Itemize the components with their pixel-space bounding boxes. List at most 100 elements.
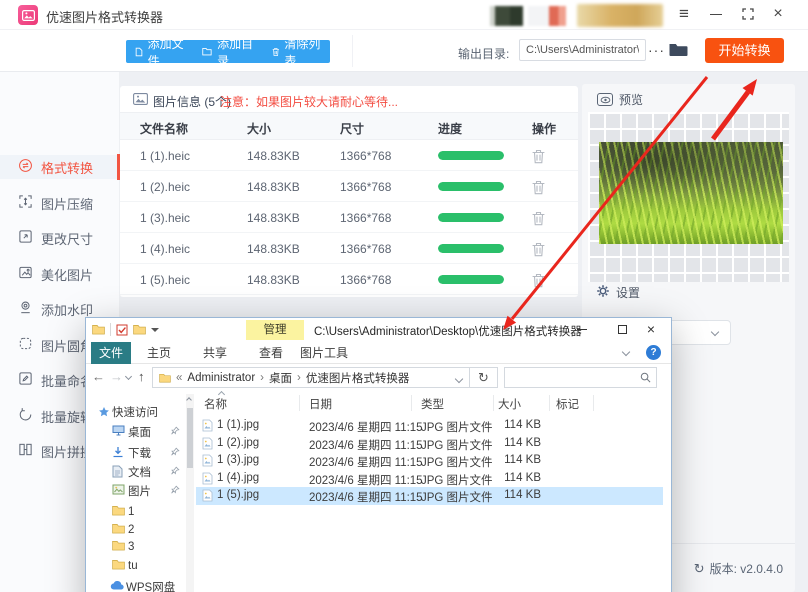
manage-tab[interactable]: 管理 bbox=[246, 320, 304, 340]
nav-folder-3[interactable]: 3 bbox=[86, 538, 186, 556]
refresh-button[interactable]: ↻ bbox=[470, 367, 498, 388]
tab-share[interactable]: 共享 bbox=[194, 342, 236, 364]
add-directory-button[interactable]: 添加目录 bbox=[193, 37, 263, 68]
forward-icon[interactable]: → bbox=[110, 369, 123, 384]
explorer-search-input[interactable] bbox=[509, 369, 635, 386]
col-size: 大小 bbox=[247, 122, 272, 136]
pictures-icon bbox=[112, 484, 125, 498]
explorer-close-icon[interactable]: × bbox=[639, 318, 663, 340]
nav-item-桌面[interactable]: 桌面 bbox=[86, 423, 186, 441]
nav-label: 下载 bbox=[128, 448, 151, 460]
explorer-file-date: 2023/4/6 星期四 11:15 bbox=[309, 422, 423, 434]
delete-file-button[interactable] bbox=[528, 271, 548, 289]
output-dir-input[interactable] bbox=[519, 39, 646, 61]
crumb-administrator[interactable]: Administrator bbox=[187, 372, 255, 384]
delete-file-button[interactable] bbox=[528, 147, 548, 165]
explorer-file-row[interactable]: 1 (3).jpg 2023/4/6 星期四 11:15 JPG 图片文件 114 K… bbox=[196, 452, 663, 470]
preview-label: 预览 bbox=[619, 93, 644, 107]
clear-list-button[interactable]: 清除列表 bbox=[263, 37, 330, 68]
sidebar-item-label: 美化图片 bbox=[41, 267, 94, 283]
explorer-maximize-icon[interactable] bbox=[610, 318, 634, 340]
tab-view[interactable]: 查看 bbox=[250, 342, 292, 364]
nav-folder-2[interactable]: 2 bbox=[86, 521, 186, 539]
qat-dropdown-icon[interactable] bbox=[151, 327, 159, 332]
eye-icon bbox=[597, 93, 613, 106]
minimize-icon[interactable] bbox=[704, 0, 728, 28]
start-convert-button[interactable]: 开始转换 bbox=[705, 38, 784, 63]
explorer-file-name: 1 (4).jpg bbox=[217, 471, 260, 484]
explorer-titlebar: 管理 C:\Users\Administrator\Desktop\优速图片格式… bbox=[86, 318, 671, 342]
checkbox-icon[interactable] bbox=[116, 324, 128, 336]
pin-icon bbox=[170, 466, 180, 479]
explorer-file-row[interactable]: 1 (1).jpg 2023/4/6 星期四 11:15 JPG 图片文件 114 K… bbox=[196, 417, 663, 435]
progress-bar bbox=[438, 244, 504, 253]
sidebar-item-2[interactable]: 图片压缩 bbox=[0, 191, 120, 215]
menu-icon[interactable]: ≡ bbox=[672, 0, 696, 28]
maximize-icon[interactable] bbox=[736, 0, 760, 28]
col-dimension: 尺寸 bbox=[340, 122, 365, 136]
nav-quick-access[interactable]: 快速访问 bbox=[86, 403, 186, 421]
back-icon[interactable]: ← bbox=[92, 369, 105, 384]
explorer-file-row[interactable]: 1 (2).jpg 2023/4/6 星期四 11:15 JPG 图片文件 114 K… bbox=[196, 435, 663, 453]
nav-item-下载[interactable]: 下载 bbox=[86, 444, 186, 462]
folder-icon bbox=[112, 523, 125, 537]
nav-scrollbar[interactable] bbox=[186, 394, 194, 592]
crumb-desktop[interactable]: 桌面 bbox=[269, 370, 292, 386]
explorer-file-row[interactable]: 1 (4).jpg 2023/4/6 星期四 11:15 JPG 图片文件 114 K… bbox=[196, 470, 663, 488]
titlebar-ad-banner[interactable] bbox=[577, 4, 663, 27]
tab-picture-tools[interactable]: 图片工具 bbox=[294, 342, 354, 364]
add-file-button[interactable]: 添加文件 bbox=[126, 37, 193, 68]
scrollbar-thumb[interactable] bbox=[187, 408, 193, 468]
up-icon[interactable]: ↑ bbox=[138, 369, 145, 384]
nav-item-文档[interactable]: 文档 bbox=[86, 463, 186, 481]
nav-item-图片[interactable]: 图片 bbox=[86, 482, 186, 500]
sidebar-item-label: 格式转换 bbox=[41, 160, 94, 176]
progress-fill bbox=[438, 244, 504, 253]
table-row: 1 (4).heic 148.83KB 1366*768 bbox=[120, 233, 578, 264]
delete-file-button[interactable] bbox=[528, 240, 548, 258]
col-name[interactable]: 名称 bbox=[204, 396, 227, 412]
explorer-file-date: 2023/4/6 星期四 11:15 bbox=[309, 492, 423, 504]
browse-more-button[interactable]: ··· bbox=[648, 42, 665, 58]
recent-locations-icon[interactable] bbox=[124, 372, 133, 381]
titlebar-ad-thumbnail-2[interactable] bbox=[528, 6, 566, 26]
col-date[interactable]: 日期 bbox=[309, 396, 332, 412]
col-tags[interactable]: 标记 bbox=[556, 396, 579, 412]
tab-home[interactable]: 主页 bbox=[138, 342, 180, 364]
folder-icon[interactable] bbox=[133, 324, 146, 335]
tab-file[interactable]: 文件 bbox=[91, 342, 131, 364]
nav-wps-cloud[interactable]: WPS网盘 bbox=[86, 578, 186, 592]
update-icon[interactable]: ↻ bbox=[694, 561, 705, 577]
scroll-up-icon[interactable] bbox=[186, 397, 192, 403]
file-size: 148.83KB bbox=[247, 149, 300, 163]
sidebar-item-icon bbox=[18, 371, 33, 389]
progress-fill bbox=[438, 151, 504, 160]
explorer-file-name: 1 (2).jpg bbox=[217, 436, 260, 449]
open-output-folder-button[interactable] bbox=[669, 43, 688, 60]
help-icon[interactable]: ? bbox=[646, 345, 661, 360]
sidebar-item-3[interactable]: 更改尺寸 bbox=[0, 226, 120, 250]
nav-folder-1[interactable]: 1 bbox=[86, 503, 186, 521]
explorer-ribbon: 文件 主页 共享 查看 图片工具 ? bbox=[86, 342, 671, 364]
sidebar-item-1[interactable]: 格式转换 bbox=[0, 154, 120, 180]
clear-list-label: 清除列表 bbox=[284, 36, 321, 68]
breadcrumb[interactable]: « Administrator › 桌面 › 优速图片格式转换器 bbox=[152, 367, 470, 388]
nav-folder-tu[interactable]: tu bbox=[86, 557, 186, 575]
address-dropdown-icon[interactable] bbox=[454, 374, 464, 384]
delete-file-button[interactable] bbox=[528, 178, 548, 196]
col-type[interactable]: 类型 bbox=[421, 396, 444, 412]
sidebar-item-4[interactable]: 美化图片 bbox=[0, 262, 120, 286]
delete-file-button[interactable] bbox=[528, 209, 548, 227]
jpg-file-icon bbox=[202, 454, 213, 470]
explorer-file-row[interactable]: 1 (5).jpg 2023/4/6 星期四 11:15 JPG 图片文件 114 K… bbox=[196, 487, 663, 505]
titlebar-ad-thumbnail-1[interactable] bbox=[490, 6, 523, 26]
nav-label: 文档 bbox=[128, 467, 151, 479]
explorer-minimize-icon[interactable] bbox=[570, 318, 594, 340]
file-size: 148.83KB bbox=[247, 211, 300, 225]
trash-icon bbox=[272, 47, 279, 56]
progress-bar bbox=[438, 275, 504, 284]
close-icon[interactable]: × bbox=[766, 0, 790, 28]
ribbon-collapse-icon[interactable] bbox=[621, 347, 631, 357]
crumb-app-folder[interactable]: 优速图片格式转换器 bbox=[306, 370, 410, 386]
col-size[interactable]: 大小 bbox=[498, 396, 521, 412]
